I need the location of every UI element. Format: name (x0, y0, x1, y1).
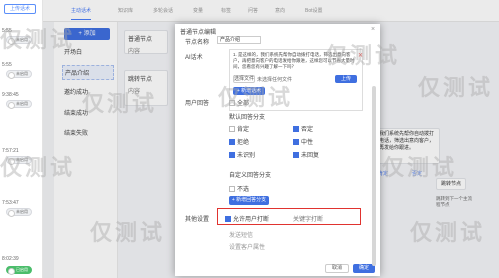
modal-title: 普通节点编辑 (180, 30, 217, 36)
option-neutral[interactable]: 中性 (293, 137, 313, 146)
checkbox[interactable] (229, 139, 235, 146)
checkbox[interactable] (293, 139, 299, 146)
option-text: 未回复 (301, 153, 320, 159)
add-branch-button[interactable]: + 新增回答分支 (229, 196, 269, 205)
cancel-button[interactable]: 取消 (325, 264, 349, 273)
checkbox[interactable] (229, 186, 235, 193)
default-branch-label: 默认回答分支 (229, 115, 266, 121)
upload-audio-button[interactable]: 上传 (335, 75, 357, 83)
customer-attr-option[interactable]: 设置客户属性 (229, 242, 265, 251)
option-text: 肯定 (237, 127, 250, 133)
watermark: 仅测试 (90, 221, 166, 246)
watermark: 仅测试 (0, 156, 76, 181)
watermark: 仅测试 (418, 76, 494, 101)
checkbox[interactable] (293, 126, 299, 133)
status-toggle[interactable]: 未启用 (6, 208, 32, 217)
watermark: 仅测试 (382, 156, 458, 181)
option-text: 不选 (237, 187, 250, 193)
watermark: 仅测试 (410, 221, 486, 246)
checkbox[interactable] (229, 126, 235, 133)
user-reply-label: 用户回答 (185, 101, 210, 107)
sidebar-time: 5:55 (2, 62, 12, 68)
modal-scrollbar[interactable] (372, 86, 376, 266)
other-settings-label: 其他设置 (185, 217, 210, 223)
custom-branch-label: 自定义回答分支 (229, 173, 272, 179)
send-sms-option[interactable]: 发送短信 (229, 230, 253, 239)
allow-interrupt-option[interactable]: 允许用户打断 (225, 214, 269, 223)
watermark: 仅测试 (325, 44, 401, 69)
sidebar-time: 8:02:39 (2, 256, 19, 262)
sidebar-time: 9:38:45 (2, 92, 19, 98)
option-text: 中性 (301, 140, 314, 146)
status-toggle[interactable]: 已启用 (6, 266, 32, 275)
watermark: 仅测试 (218, 86, 294, 111)
watermark: 仅测试 (0, 28, 76, 53)
upload-button[interactable]: 上传话术 (4, 4, 36, 14)
watermark: 仅测试 (82, 92, 158, 117)
checkbox[interactable] (225, 216, 231, 223)
ai-speech-label: AI话术 (185, 55, 203, 61)
checkbox[interactable] (229, 152, 235, 159)
option-affirm[interactable]: 肯定 (229, 124, 249, 133)
option-text: 未识别 (237, 153, 256, 159)
key-interrupt-option[interactable]: 关键字打断 (293, 214, 323, 223)
node-name-input[interactable]: 产品介绍 (217, 36, 261, 44)
option-text: 拒绝 (237, 140, 250, 146)
status-toggle[interactable]: 未启用 (6, 70, 32, 79)
close-icon[interactable]: × (371, 26, 375, 33)
checkbox[interactable] (293, 152, 299, 159)
sidebar-time: 7:53:47 (2, 200, 19, 206)
option-unrecognized[interactable]: 未识别 (229, 150, 255, 159)
option-deny[interactable]: 否定 (293, 124, 313, 133)
status-toggle[interactable]: 未启用 (6, 100, 32, 109)
node-name-label: 节点名称 (185, 40, 210, 46)
option-no-reply[interactable]: 未回复 (293, 150, 319, 159)
option-reject[interactable]: 拒绝 (229, 137, 249, 146)
option-text: 否定 (301, 127, 314, 133)
option-none[interactable]: 不选 (229, 184, 249, 193)
option-text: 允许用户打断 (233, 217, 270, 223)
